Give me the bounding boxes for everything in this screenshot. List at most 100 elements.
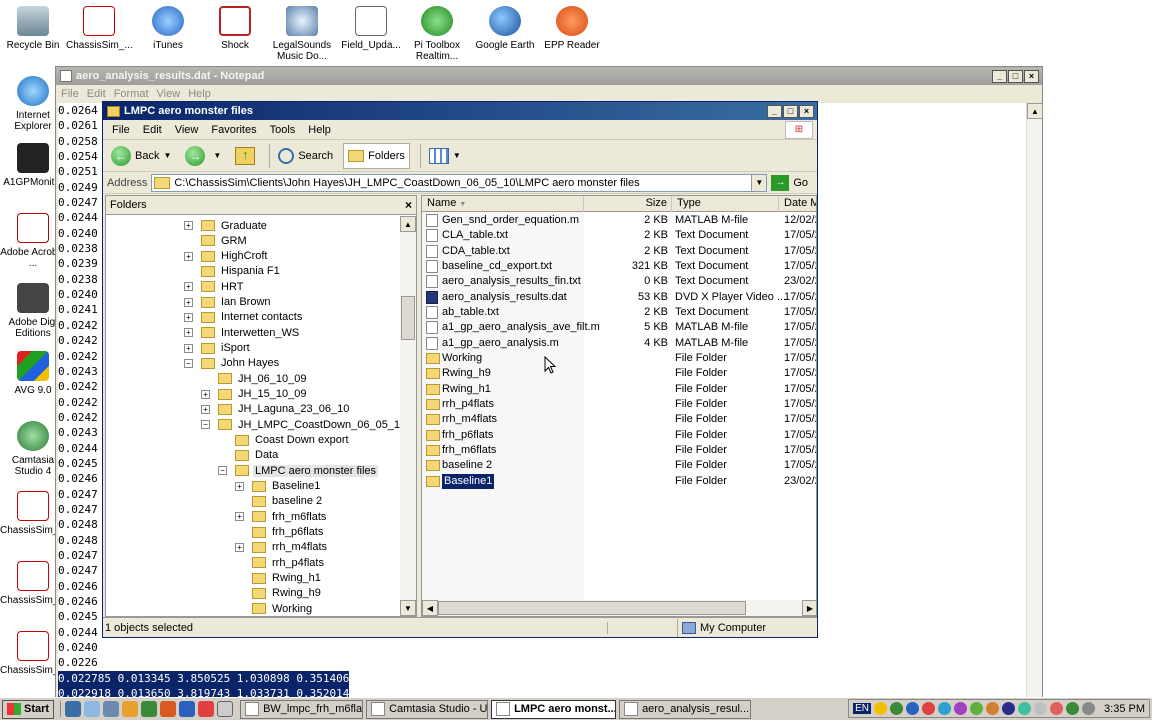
tree-node[interactable]: − John Hayes bbox=[184, 356, 281, 371]
column-header-type[interactable]: Type bbox=[672, 196, 779, 212]
notepad-titlebar[interactable]: aero_analysis_results.dat - Notepad _ □ … bbox=[56, 67, 1042, 85]
tree-node[interactable]: + frh_m6flats bbox=[235, 509, 328, 524]
files-horizontal-scrollbar[interactable]: ◀ ▶ bbox=[422, 600, 816, 616]
collapse-icon[interactable]: − bbox=[201, 420, 210, 430]
app-launch-icon-2[interactable] bbox=[179, 701, 196, 717]
tray-icon[interactable] bbox=[1018, 702, 1032, 715]
tree-node[interactable]: + HRT bbox=[184, 279, 245, 294]
tray-icon[interactable] bbox=[986, 702, 1000, 715]
file-row[interactable]: Baseline1 File Folder 23/02/2 bbox=[422, 473, 816, 489]
go-button[interactable]: → Go bbox=[771, 174, 808, 191]
menu-file[interactable]: File bbox=[61, 88, 79, 100]
tree-node[interactable]: frh_p6flats bbox=[235, 525, 325, 540]
tree-node[interactable]: GRM bbox=[184, 233, 249, 248]
collapse-icon[interactable]: − bbox=[184, 358, 193, 368]
views-button[interactable]: ▼ bbox=[425, 143, 465, 169]
expand-icon[interactable]: + bbox=[184, 282, 193, 292]
tray-icon[interactable] bbox=[874, 702, 888, 715]
taskbar-button[interactable]: Camtasia Studio - U... bbox=[366, 699, 489, 719]
close-button[interactable]: × bbox=[799, 104, 814, 118]
tree-node[interactable]: − JH_LMPC_CoastDown_06_05_10 bbox=[201, 417, 402, 432]
language-indicator[interactable]: EN bbox=[853, 703, 872, 714]
expand-icon[interactable]: + bbox=[184, 221, 193, 230]
column-header-size[interactable]: Size bbox=[584, 196, 672, 212]
app-launch-icon-4[interactable] bbox=[217, 701, 234, 717]
close-pane-icon[interactable]: × bbox=[405, 198, 412, 212]
explorer-titlebar[interactable]: LMPC aero monster files _ □ × bbox=[103, 102, 817, 120]
tree-node[interactable]: + Ian Brown bbox=[184, 295, 273, 310]
file-row[interactable]: CDA_table.txt 2 KB Text Document 17/05/2 bbox=[422, 244, 816, 259]
tree-node[interactable]: + HighCroft bbox=[184, 249, 269, 264]
file-row[interactable]: baseline 2 File Folder 17/05/2 bbox=[422, 458, 816, 473]
expand-icon[interactable]: + bbox=[184, 328, 193, 338]
tree-node[interactable]: + JH_15_10_09 bbox=[201, 387, 309, 402]
tree-node[interactable]: Data bbox=[218, 448, 280, 463]
clock[interactable]: 3:35 PM bbox=[1104, 703, 1145, 715]
tray-icon[interactable] bbox=[938, 702, 952, 715]
file-row[interactable]: Rwing_h1 File Folder 17/05/2 bbox=[422, 382, 816, 397]
volume-icon[interactable] bbox=[1082, 702, 1096, 715]
firefox-launch-icon[interactable] bbox=[160, 701, 177, 717]
scroll-left-arrow-icon[interactable]: ◀ bbox=[422, 600, 438, 616]
dropdown-arrow-icon[interactable]: ▼ bbox=[163, 151, 171, 160]
app-launch-icon[interactable] bbox=[122, 701, 139, 717]
file-row[interactable]: Rwing_h9 File Folder 17/05/2 bbox=[422, 366, 816, 381]
tree-node[interactable]: Hispania F1 bbox=[184, 264, 282, 279]
desktop-icon[interactable]: iTunes bbox=[135, 3, 201, 51]
tray-icon[interactable] bbox=[922, 702, 936, 715]
file-row[interactable]: rrh_m4flats File Folder 17/05/2 bbox=[422, 412, 816, 427]
column-header-name[interactable]: Name ▼ bbox=[422, 196, 584, 212]
column-header-date[interactable]: Date Mo bbox=[779, 196, 816, 212]
tray-icon[interactable] bbox=[890, 702, 904, 715]
show-desktop-icon[interactable] bbox=[65, 701, 82, 717]
scroll-up-arrow-icon[interactable]: ▲ bbox=[1027, 103, 1043, 119]
file-row[interactable]: frh_p6flats File Folder 17/05/2 bbox=[422, 428, 816, 443]
taskbar-button[interactable]: BW_lmpc_frh_m6fla... bbox=[240, 699, 364, 719]
tree-node[interactable]: + JH_Laguna_23_06_10 bbox=[201, 402, 351, 417]
tree-node[interactable]: Coast Down export bbox=[218, 433, 351, 448]
menu-file[interactable]: File bbox=[112, 124, 130, 136]
scroll-right-arrow-icon[interactable]: ▶ bbox=[802, 600, 816, 616]
tray-icon[interactable] bbox=[1002, 702, 1016, 715]
start-button[interactable]: Start bbox=[2, 699, 55, 719]
menu-favorites[interactable]: Favorites bbox=[211, 124, 256, 136]
address-input[interactable]: C:\ChassisSim\Clients\John Hayes\JH_LMPC… bbox=[151, 173, 768, 192]
desktop-icon[interactable]: EPP Reader bbox=[539, 3, 605, 51]
folders-button[interactable]: Folders bbox=[343, 142, 410, 169]
tree-node[interactable]: baseline 2 bbox=[235, 494, 324, 509]
taskbar-button[interactable]: LMPC aero monst... bbox=[491, 699, 617, 719]
file-row[interactable]: CLA_table.txt 2 KB Text Document 17/05/2 bbox=[422, 228, 816, 243]
close-button[interactable]: × bbox=[1024, 69, 1039, 83]
desktop-icon[interactable]: Field_Upda... bbox=[338, 3, 404, 51]
file-row[interactable]: aero_analysis_results.dat 53 KB DVD X Play… bbox=[422, 290, 816, 305]
ie-launch-icon[interactable] bbox=[84, 701, 101, 717]
file-row[interactable]: a1_gp_aero_analysis_ave_filt.m 5 KB MATLAB… bbox=[422, 320, 816, 335]
desktop-icon[interactable]: Pi Toolbox Realtim... bbox=[404, 3, 470, 62]
maximize-button[interactable]: □ bbox=[1008, 69, 1023, 83]
forward-button[interactable]: → ▼ bbox=[181, 143, 225, 169]
desktop-icon[interactable]: LegalSounds Music Do... bbox=[269, 3, 335, 62]
tree-vertical-scrollbar[interactable]: ▲ ▼ bbox=[400, 216, 416, 616]
dropdown-arrow-icon[interactable]: ▼ bbox=[213, 151, 221, 160]
file-row[interactable]: frh_m6flats File Folder 17/05/2 bbox=[422, 443, 816, 458]
desktop-icon[interactable]: Recycle Bin bbox=[0, 3, 66, 51]
tree-node[interactable]: rrh_p4flats bbox=[235, 555, 326, 570]
desktop-icon[interactable]: Shock bbox=[202, 3, 268, 51]
tray-icon[interactable] bbox=[954, 702, 968, 715]
file-row[interactable]: ab_table.txt 2 KB Text Document 17/05/2 bbox=[422, 305, 816, 320]
tree-node[interactable]: − LMPC aero monster files bbox=[218, 463, 379, 478]
file-row[interactable]: Working File Folder 17/05/2 bbox=[422, 351, 816, 366]
tree-node[interactable]: + rrh_m4flats bbox=[235, 540, 329, 555]
network-icon[interactable] bbox=[1066, 702, 1080, 715]
file-row[interactable]: baseline_cd_export.txt 321 KB Text Documen… bbox=[422, 259, 816, 274]
scroll-thumb[interactable] bbox=[438, 601, 746, 615]
menu-help[interactable]: Help bbox=[188, 88, 211, 100]
expand-icon[interactable]: + bbox=[184, 297, 193, 307]
file-row[interactable]: rrh_p4flats File Folder 17/05/2 bbox=[422, 397, 816, 412]
tree-node[interactable]: + Interwetten_WS bbox=[184, 325, 301, 340]
maximize-button[interactable]: □ bbox=[783, 104, 798, 118]
expand-icon[interactable]: + bbox=[184, 312, 193, 322]
tree-node[interactable]: + Baseline1 bbox=[235, 479, 322, 494]
expand-icon[interactable]: + bbox=[235, 512, 244, 522]
menu-help[interactable]: Help bbox=[308, 124, 331, 136]
